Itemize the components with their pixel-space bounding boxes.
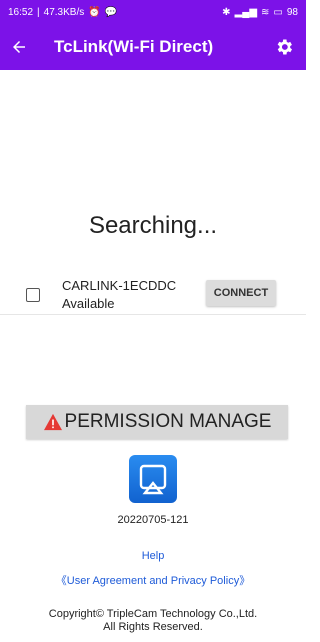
- status-left: 16:52 | 47.3KB/s ⏰ 💬: [8, 7, 117, 18]
- status-bar: 16:52 | 47.3KB/s ⏰ 💬 ✱ ▂▄▆ ≋ ▭ 98: [0, 0, 306, 24]
- copyright-line-2: All Rights Reserved.: [103, 621, 203, 633]
- app-bar: TcLink(Wi-Fi Direct): [0, 24, 306, 70]
- version-label: 20220705-121: [117, 514, 189, 526]
- help-link[interactable]: Help: [0, 550, 306, 562]
- wifi-icon: ≋: [261, 6, 270, 18]
- message-icon: 💬: [104, 6, 118, 18]
- page-title: TcLink(Wi-Fi Direct): [54, 37, 214, 56]
- app-logo-icon: [129, 455, 177, 503]
- status-time: 16:52: [8, 6, 34, 18]
- copyright-text: Copyright© TripleCam Technology Co.,Ltd.…: [0, 608, 306, 634]
- status-right: ✱ ▂▄▆ ≋ ▭ 98: [222, 7, 298, 18]
- privacy-policy-link[interactable]: 《User Agreement and Privacy Policy》: [0, 572, 306, 588]
- permission-manage-button[interactable]: PERMISSION MANAGE: [26, 405, 288, 439]
- back-arrow-icon[interactable]: [10, 38, 28, 56]
- status-speed: 47.3KB/s: [43, 6, 85, 18]
- status-divider: |: [37, 6, 40, 18]
- alarm-icon: ⏰: [88, 6, 101, 18]
- signal-icon: ▂▄▆: [234, 6, 258, 18]
- gear-icon[interactable]: [274, 37, 294, 57]
- app-logo-mark: [139, 464, 167, 495]
- device-status: Available: [62, 296, 115, 311]
- list-divider: [0, 314, 306, 315]
- device-name: CARLINK-1ECDDC: [62, 278, 177, 293]
- battery-level: 98: [286, 6, 298, 18]
- copyright-line-1: Copyright© TripleCam Technology Co.,Ltd.: [48, 608, 258, 620]
- connect-button[interactable]: CONNECT: [206, 280, 276, 306]
- bluetooth-icon: ✱: [222, 6, 231, 18]
- searching-label: Searching...: [88, 212, 218, 239]
- permission-manage-label: PERMISSION MANAGE: [64, 411, 272, 432]
- device-checkbox[interactable]: [26, 288, 40, 302]
- warning-icon: [43, 413, 62, 431]
- battery-icon: ▭: [273, 6, 283, 18]
